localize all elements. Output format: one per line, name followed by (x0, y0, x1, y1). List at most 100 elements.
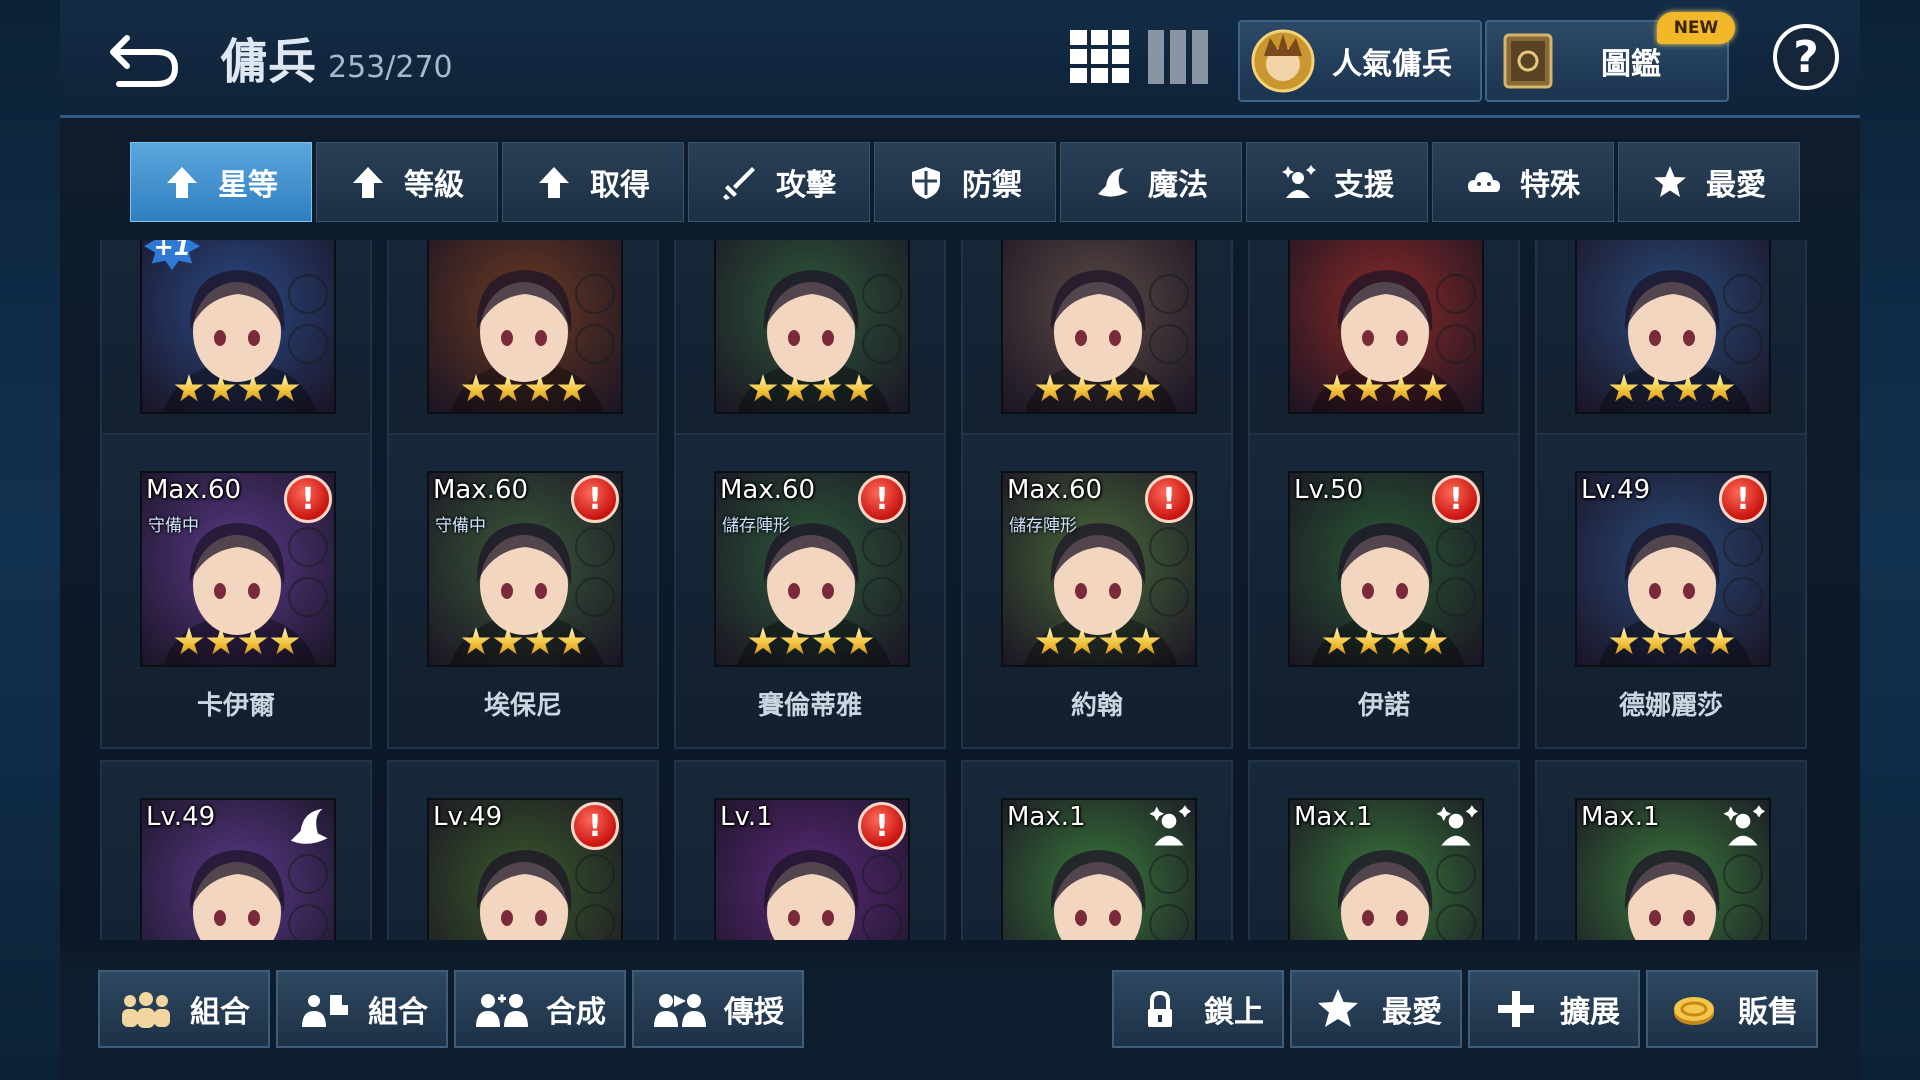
tab-1[interactable]: 等級 (316, 142, 498, 222)
star-rating (174, 627, 300, 657)
equip-slot (1436, 274, 1476, 314)
equip-slot (1149, 324, 1189, 364)
tab-3[interactable]: 攻擊 (688, 142, 870, 222)
button-label: 合成 (546, 995, 606, 1030)
tab-2[interactable]: 取得 (502, 142, 684, 222)
hero-card[interactable]: Lv.1! (674, 760, 946, 940)
grid-view-button[interactable] (1070, 30, 1130, 84)
hero-card[interactable]: Max.60 守備中! 埃保尼 (387, 433, 659, 749)
equip-slot (288, 274, 328, 314)
column-view-button[interactable] (1148, 30, 1208, 84)
hero-level: Lv.50 (1294, 475, 1364, 505)
bottom-left-button-3[interactable]: 傳授 (632, 970, 804, 1048)
hero-portrait: Max.1 (1288, 798, 1484, 940)
tab-0[interactable]: 星等 (130, 142, 312, 222)
hero-card[interactable]: Lv.49! (387, 760, 659, 940)
hero-status: 守備中 (148, 516, 199, 536)
help-button[interactable]: ? (1773, 24, 1839, 90)
bottom-left-button-2[interactable]: 合成 (454, 970, 626, 1048)
alert-icon: ! (858, 802, 906, 850)
hero-level: Lv.49 (1581, 475, 1651, 505)
hero-level: Lv.49 (146, 802, 216, 832)
star-rating (1609, 627, 1735, 657)
equip-slot (1723, 904, 1763, 940)
bottom-action-bar: 組合 組合 合成 傳授 鎖上 最愛 擴展 販售 (60, 940, 1860, 1080)
tab-7[interactable]: 特殊 (1432, 142, 1614, 222)
star-rating (174, 374, 300, 404)
tab-6[interactable]: 支援 (1246, 142, 1428, 222)
shield-icon (912, 167, 940, 199)
star-icon (525, 627, 555, 655)
star-rating (461, 627, 587, 657)
hero-card[interactable]: Lv.50! 伊諾 (1248, 433, 1520, 749)
bottom-right-button-1[interactable]: 最愛 (1290, 970, 1462, 1048)
star-icon (780, 627, 810, 655)
button-label: 組合 (190, 995, 250, 1030)
tab-label: 魔法 (1148, 168, 1208, 203)
tab-label: 取得 (590, 168, 650, 203)
star-icon (1673, 627, 1703, 655)
star-icon (238, 627, 268, 655)
star-icon (206, 627, 236, 655)
hero-level: Max.60 (433, 475, 529, 505)
bottom-left-button-1[interactable]: 組合 (276, 970, 448, 1048)
hero-portrait: Lv.49 (140, 798, 336, 940)
hero-level: Max.60 (146, 475, 242, 505)
hero-card[interactable]: Max.1 (961, 760, 1233, 940)
tab-label: 特殊 (1520, 168, 1580, 203)
right-side-background (1860, 0, 1920, 1080)
bottom-right-button-2[interactable]: 擴展 (1468, 970, 1640, 1048)
back-button[interactable] (105, 22, 185, 92)
equip-slot (1149, 904, 1189, 940)
star-icon (1386, 627, 1416, 655)
equip-slot (288, 904, 328, 940)
bottom-left-button-0[interactable]: 組合 (98, 970, 270, 1048)
star-icon (844, 374, 874, 402)
grid-view-icon (1070, 30, 1129, 83)
tab-4[interactable]: 防禦 (874, 142, 1056, 222)
hero-card[interactable]: Max.60 守備中! 卡伊爾 (100, 433, 372, 749)
star-icon (557, 627, 587, 655)
support-icon (1147, 804, 1191, 848)
hero-card[interactable]: Lv.49 (100, 760, 372, 940)
tab-8[interactable]: 最愛 (1618, 142, 1800, 222)
mercenary-grid[interactable]: +1勒內Dr. 摩根芙利莎德卡馬雅瑪蒂娜Max.60守備中!卡伊爾Max.60守… (100, 240, 1820, 940)
new-badge: NEW (1657, 12, 1735, 44)
star-icon (461, 627, 491, 655)
hero-card[interactable]: Max.1 (1248, 760, 1520, 940)
hero-card[interactable]: Max.60 儲存陣形! 賽倫蒂雅 (674, 433, 946, 749)
equip-slot (288, 854, 328, 894)
hero-name: 伊諾 (1357, 691, 1410, 721)
transfer-icon (654, 994, 706, 1027)
hero-card[interactable]: Max.1 (1535, 760, 1807, 940)
star-icon (1418, 374, 1448, 402)
alert-icon: ! (284, 475, 332, 523)
puzzle-icon (302, 995, 348, 1027)
hero-name: 德娜麗莎 (1618, 691, 1723, 721)
tab-label: 星等 (218, 168, 278, 203)
popular-mercenary-button[interactable]: 人氣傭兵 (1238, 20, 1482, 102)
star-icon (1067, 627, 1097, 655)
star-icon (1673, 374, 1703, 402)
tab-5[interactable]: 魔法 (1060, 142, 1242, 222)
codex-button[interactable]: 圖鑑 NEW (1485, 12, 1735, 102)
hero-name: 埃保尼 (483, 691, 562, 721)
star-rating (1322, 627, 1448, 657)
star-icon (1386, 374, 1416, 402)
star-icon (270, 627, 300, 655)
bottom-right-button-3[interactable]: 販售 (1646, 970, 1818, 1048)
equip-slot (288, 324, 328, 364)
star-icon (1705, 374, 1735, 402)
equip-slot (575, 904, 615, 940)
book-icon (1503, 33, 1553, 89)
equip-slot (1436, 324, 1476, 364)
sort-filter-tabs: 星等 等級 取得 攻擊 防禦 魔法 支援 特殊 最愛 (130, 142, 1800, 222)
hero-portrait: Lv.49! (427, 798, 623, 940)
hero-portrait: Max.1 (1001, 798, 1197, 940)
hero-card[interactable]: Lv.49! 德娜麗莎 (1535, 433, 1807, 749)
star-icon (1418, 627, 1448, 655)
star-icon (812, 374, 842, 402)
bottom-right-button-0[interactable]: 鎖上 (1112, 970, 1284, 1048)
hero-card[interactable]: Max.60 儲存陣形! 約翰 (961, 433, 1233, 749)
equip-slot (1436, 904, 1476, 940)
